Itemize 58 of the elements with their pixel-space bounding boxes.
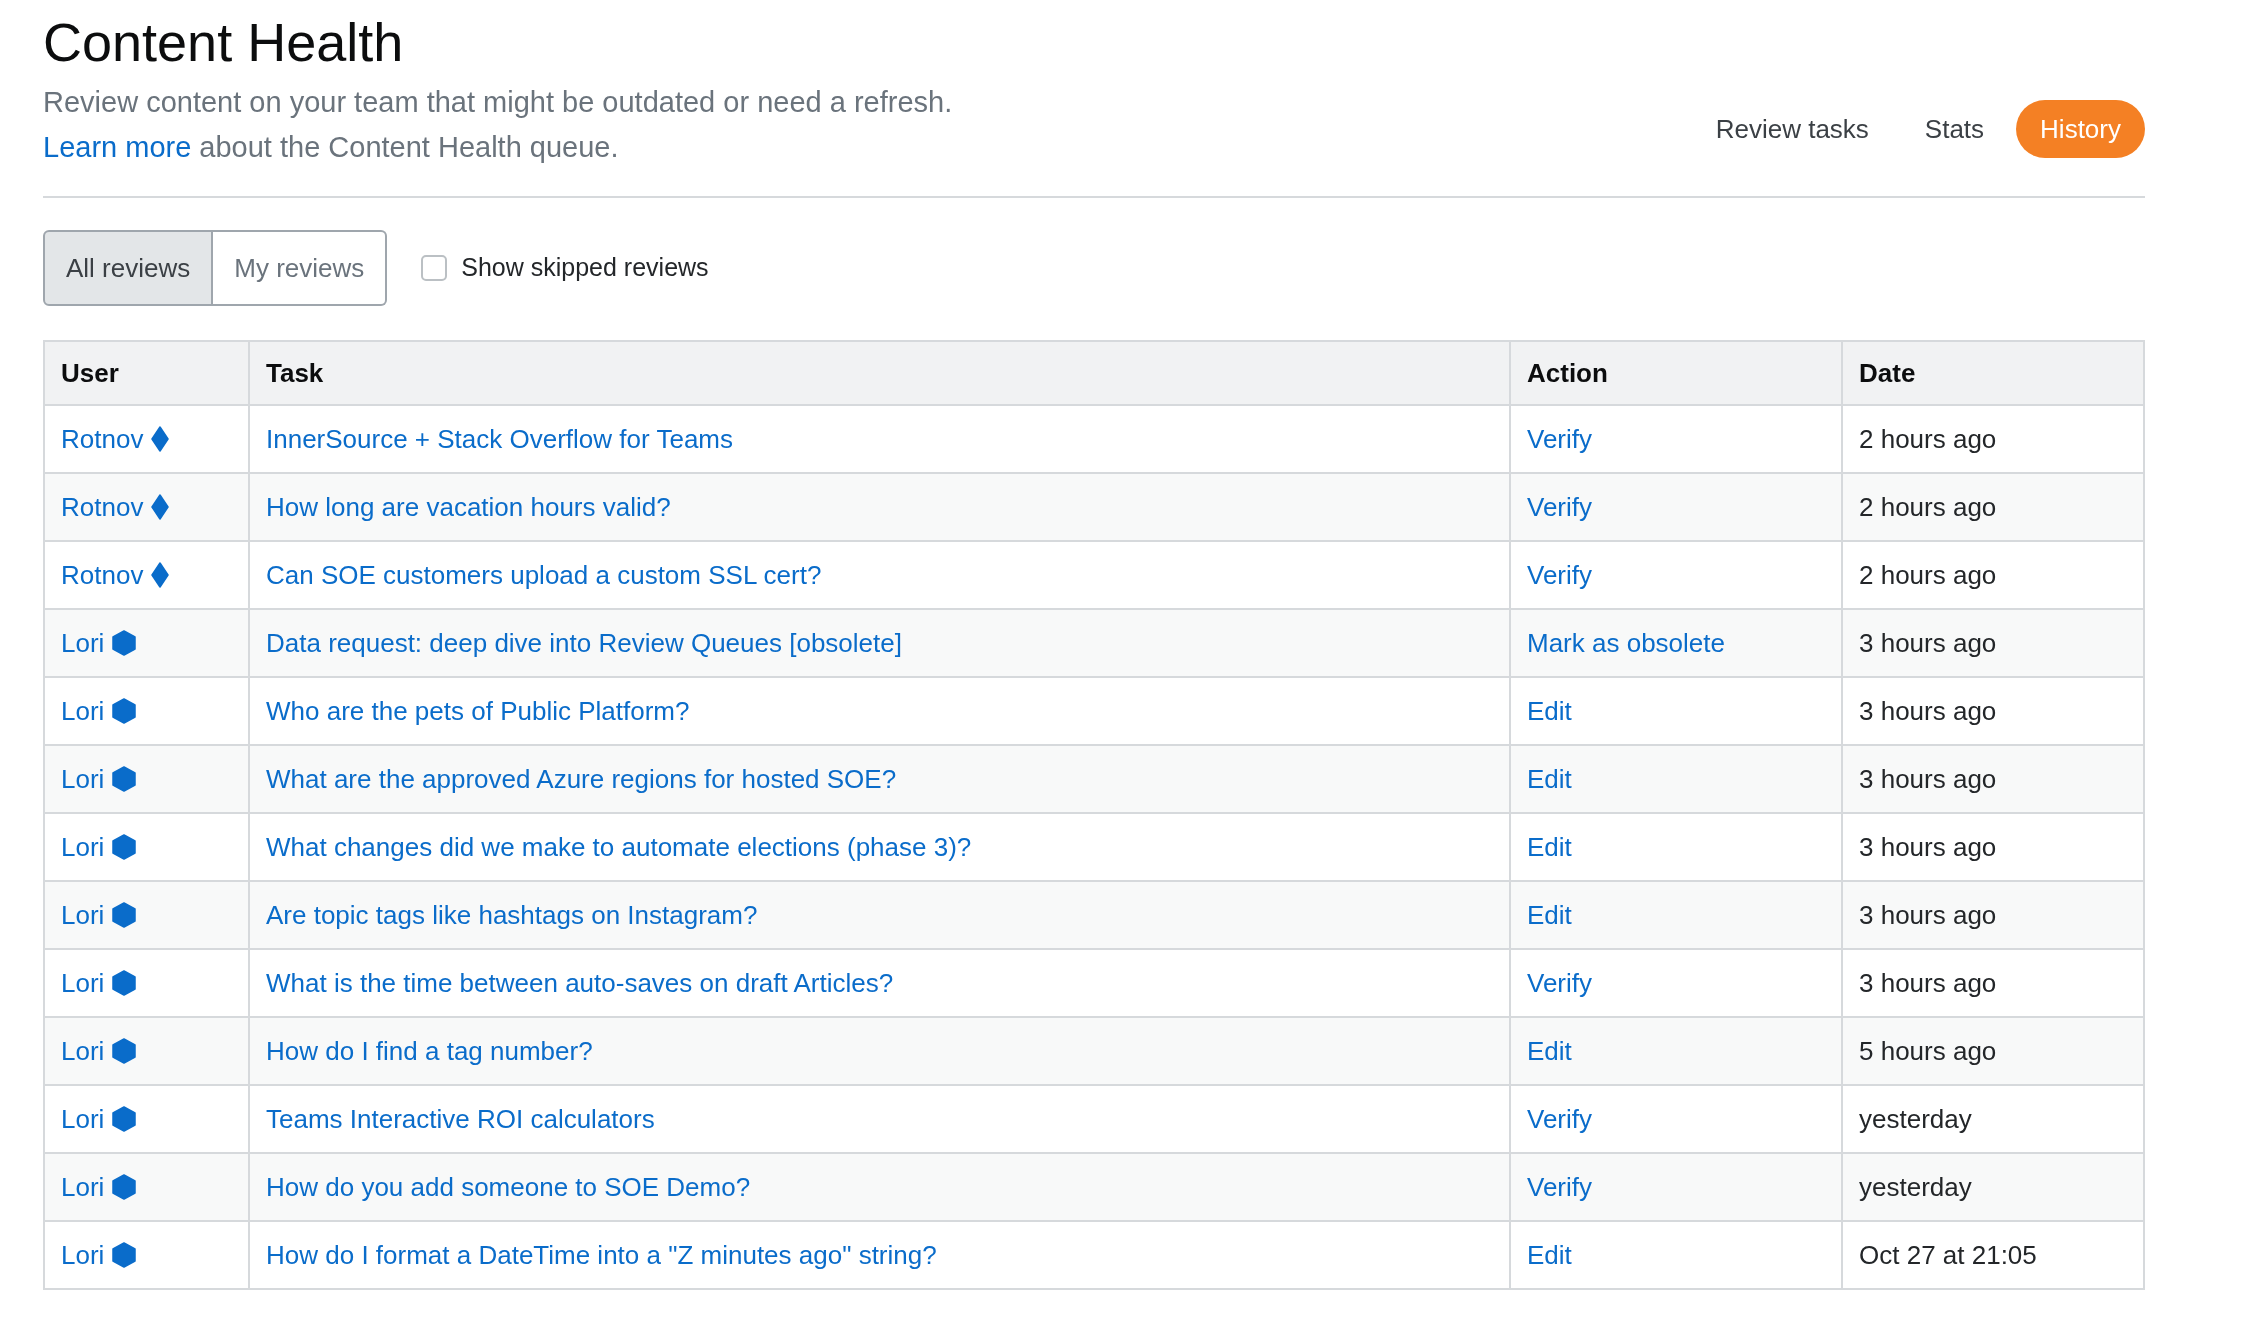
action-link[interactable]: Edit bbox=[1527, 831, 1572, 862]
action-link[interactable]: Verify bbox=[1527, 559, 1593, 590]
user-link[interactable]: Lori bbox=[61, 759, 105, 799]
hexagon-icon bbox=[112, 970, 137, 996]
checkbox-label: Show skipped reviews bbox=[461, 252, 709, 284]
hexagon-icon bbox=[112, 1038, 137, 1064]
action-link[interactable]: Edit bbox=[1527, 695, 1572, 726]
column-header: Action bbox=[1510, 341, 1842, 405]
hexagon-icon bbox=[112, 1106, 137, 1132]
hexagon-icon bbox=[112, 1242, 137, 1268]
column-header: Date bbox=[1842, 341, 2144, 405]
task-link[interactable]: How do I find a tag number? bbox=[266, 1035, 593, 1066]
action-link[interactable]: Edit bbox=[1527, 763, 1572, 794]
page-title: Content Health bbox=[43, 11, 405, 74]
action-link[interactable]: Edit bbox=[1527, 1035, 1572, 1066]
hexagon-icon bbox=[112, 1174, 137, 1200]
task-link[interactable]: How long are vacation hours valid? bbox=[266, 491, 671, 522]
action-link[interactable]: Verify bbox=[1527, 1103, 1593, 1134]
column-header: User bbox=[44, 341, 249, 405]
action-link[interactable]: Edit bbox=[1527, 1239, 1572, 1270]
task-link[interactable]: Are topic tags like hashtags on Instagram? bbox=[266, 899, 758, 930]
nav-tab[interactable]: Review tasks bbox=[1691, 100, 1893, 158]
task-link[interactable]: InnerSource + Stack Overflow for Teams bbox=[266, 423, 733, 454]
nav-tab[interactable]: Stats bbox=[1900, 100, 2009, 158]
hexagon-icon bbox=[112, 698, 137, 724]
user-link[interactable]: Lori bbox=[61, 827, 105, 867]
filter-tab[interactable]: My reviews bbox=[213, 230, 388, 306]
nav-tab[interactable]: History bbox=[2016, 100, 2145, 158]
task-link[interactable]: Who are the pets of Public Platform? bbox=[266, 695, 690, 726]
diamond-icon bbox=[151, 426, 170, 452]
learn-more-text: about the Content Health queue. bbox=[199, 130, 619, 165]
learn-more-link[interactable]: Learn more bbox=[43, 124, 192, 170]
action-link[interactable]: Verify bbox=[1527, 967, 1593, 998]
diamond-icon bbox=[151, 562, 170, 588]
hexagon-icon bbox=[112, 630, 137, 656]
filter-tab[interactable]: All reviews bbox=[43, 230, 214, 306]
user-link[interactable]: Lori bbox=[61, 1235, 105, 1275]
user-link[interactable]: Lori bbox=[61, 895, 105, 935]
page-description: Review content on your team that might be outdated or need a refresh. bbox=[43, 85, 953, 120]
diamond-icon bbox=[151, 494, 170, 520]
action-link[interactable]: Verify bbox=[1527, 1171, 1593, 1202]
task-link[interactable]: How do you add someone to SOE Demo? bbox=[266, 1171, 751, 1202]
column-header: Task bbox=[249, 341, 1510, 405]
task-link[interactable]: Teams Interactive ROI calculators bbox=[266, 1103, 655, 1134]
user-link[interactable]: Lori bbox=[61, 1031, 105, 1071]
hexagon-icon bbox=[112, 834, 137, 860]
checkbox[interactable] bbox=[421, 255, 448, 281]
action-link[interactable]: Edit bbox=[1527, 899, 1572, 930]
action-link[interactable]: Verify bbox=[1527, 423, 1593, 454]
user-link[interactable]: Lori bbox=[61, 963, 105, 1003]
user-link[interactable]: Lori bbox=[61, 623, 105, 663]
user-link[interactable]: Lori bbox=[61, 691, 105, 731]
user-link[interactable]: Lori bbox=[61, 1099, 105, 1139]
action-link[interactable]: Verify bbox=[1527, 491, 1593, 522]
hexagon-icon bbox=[112, 766, 137, 792]
hexagon-icon bbox=[112, 902, 137, 928]
user-link[interactable]: Lori bbox=[61, 1167, 105, 1207]
date-cell: Oct 27 at 21:05 bbox=[1842, 1221, 2144, 1289]
